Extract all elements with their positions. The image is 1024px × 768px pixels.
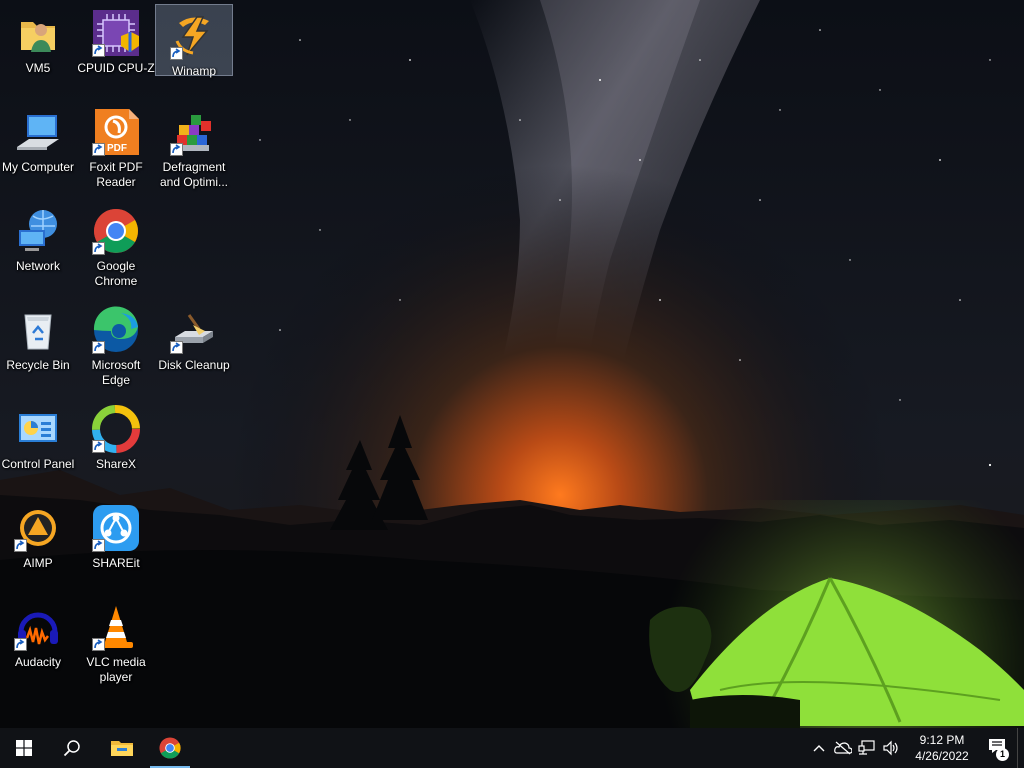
desktop-icon-label: Winamp xyxy=(171,64,216,78)
desktop-icon-microsoft-edge[interactable]: Microsoft Edge xyxy=(78,299,154,387)
taskbar-file-explorer[interactable] xyxy=(98,728,146,768)
defragment-icon xyxy=(169,107,219,157)
vlc-icon xyxy=(91,602,141,652)
onedrive-offline-icon[interactable] xyxy=(831,728,855,768)
audacity-icon xyxy=(13,602,63,652)
volume-icon[interactable] xyxy=(879,728,903,768)
taskbar-google-chrome[interactable] xyxy=(146,728,194,768)
desktop-icon-label: Control Panel xyxy=(1,457,75,471)
disk-cleanup-icon xyxy=(169,305,219,355)
desktop-icon-label: Audacity xyxy=(14,655,62,669)
shortcut-arrow-icon xyxy=(170,47,183,60)
desktop-icon-aimp[interactable]: AIMP xyxy=(0,497,76,585)
shortcut-arrow-icon xyxy=(170,341,183,354)
shortcut-arrow-icon xyxy=(92,242,105,255)
chrome-icon xyxy=(158,736,182,760)
desktop-icon-label: VLC media player xyxy=(86,655,146,684)
recycle-bin-icon xyxy=(13,305,63,355)
desktop-icon-audacity[interactable]: Audacity xyxy=(0,596,76,684)
shortcut-arrow-icon xyxy=(92,539,105,552)
clock-time: 9:12 PM xyxy=(919,733,965,747)
foxit-pdf-icon: PDF xyxy=(91,107,141,157)
network-icon xyxy=(13,206,63,256)
system-tray: 9:12 PM 4/26/2022 1 xyxy=(807,728,1024,768)
shortcut-arrow-icon xyxy=(92,341,105,354)
desktop-icon-label: ShareX xyxy=(95,457,137,471)
network-icon[interactable] xyxy=(855,728,879,768)
user-folder-icon xyxy=(13,8,63,58)
cpu-z-icon xyxy=(91,8,141,58)
chrome-icon xyxy=(91,206,141,256)
desktop-icon-vlc[interactable]: VLC media player xyxy=(78,596,154,684)
shortcut-arrow-icon xyxy=(14,638,27,651)
shortcut-arrow-icon xyxy=(92,44,105,57)
desktop-icon-label: Defragment and Optimi... xyxy=(159,160,229,189)
taskbar-clock[interactable]: 9:12 PM 4/26/2022 xyxy=(907,732,977,764)
desktop-icon-winamp[interactable]: Winamp xyxy=(155,4,233,78)
chevron-up-icon[interactable] xyxy=(807,728,831,768)
desktop-icon-label: Network xyxy=(15,259,60,273)
search-icon xyxy=(63,739,81,757)
desktop-icon-label: Microsoft Edge xyxy=(91,358,141,387)
desktop-icon-sharex[interactable]: ShareX xyxy=(78,398,154,486)
search-button[interactable] xyxy=(48,728,96,768)
desktop-icon-label: Google Chrome xyxy=(94,259,138,288)
desktop-icon-label: My Computer xyxy=(1,160,75,174)
winamp-icon xyxy=(169,11,219,61)
desktop-icon-disk-cleanup[interactable]: Disk Cleanup xyxy=(156,299,232,387)
desktop-icon-control-panel[interactable]: Control Panel xyxy=(0,398,76,486)
desktop-icon-label: SHAREit xyxy=(92,556,140,570)
shortcut-arrow-icon xyxy=(14,539,27,552)
shortcut-arrow-icon xyxy=(170,143,183,156)
control-panel-icon xyxy=(13,404,63,454)
svg-text:PDF: PDF xyxy=(107,143,127,154)
desktop-icon-label: Recycle Bin xyxy=(6,358,70,372)
desktop-icon-cpu-z[interactable]: CPUID CPU-Z xyxy=(77,2,155,90)
taskbar: 9:12 PM 4/26/2022 1 xyxy=(0,728,1024,768)
folder-icon xyxy=(110,738,134,758)
desktop-icon-shareit[interactable]: SHAREit xyxy=(78,497,154,585)
desktop-icon-label: CPUID CPU-Z xyxy=(77,61,155,75)
notification-count-badge: 1 xyxy=(996,748,1009,761)
computer-icon xyxy=(13,107,63,157)
desktop-icon-my-computer[interactable]: My Computer xyxy=(0,101,76,189)
shortcut-arrow-icon xyxy=(92,440,105,453)
show-desktop-button[interactable] xyxy=(1017,728,1024,768)
action-center-button[interactable]: 1 xyxy=(977,728,1017,768)
start-button[interactable] xyxy=(0,728,48,768)
aimp-icon xyxy=(13,503,63,553)
shareit-icon xyxy=(91,503,141,553)
desktop-icon-label: VM5 xyxy=(25,61,51,75)
desktop-icon-label: Disk Cleanup xyxy=(158,358,230,372)
windows-start-icon xyxy=(16,740,32,756)
desktop-icon-label: AIMP xyxy=(23,556,53,570)
desktop-icon-recycle-bin[interactable]: Recycle Bin xyxy=(0,299,76,387)
desktop-icon-foxit-pdf-reader[interactable]: PDF Foxit PDF Reader xyxy=(78,101,154,189)
shortcut-arrow-icon xyxy=(92,638,105,651)
edge-icon xyxy=(91,305,141,355)
desktop-icon-vm5[interactable]: VM5 xyxy=(0,2,76,90)
desktop-icon-label: Foxit PDF Reader xyxy=(89,160,143,189)
clock-date: 4/26/2022 xyxy=(915,749,969,763)
sharex-icon xyxy=(91,404,141,454)
desktop-icon-network[interactable]: Network xyxy=(0,200,76,288)
desktop-icon-defragment[interactable]: Defragment and Optimi... xyxy=(156,101,232,189)
desktop-icon-google-chrome[interactable]: Google Chrome xyxy=(78,200,154,288)
shortcut-arrow-icon xyxy=(92,143,105,156)
